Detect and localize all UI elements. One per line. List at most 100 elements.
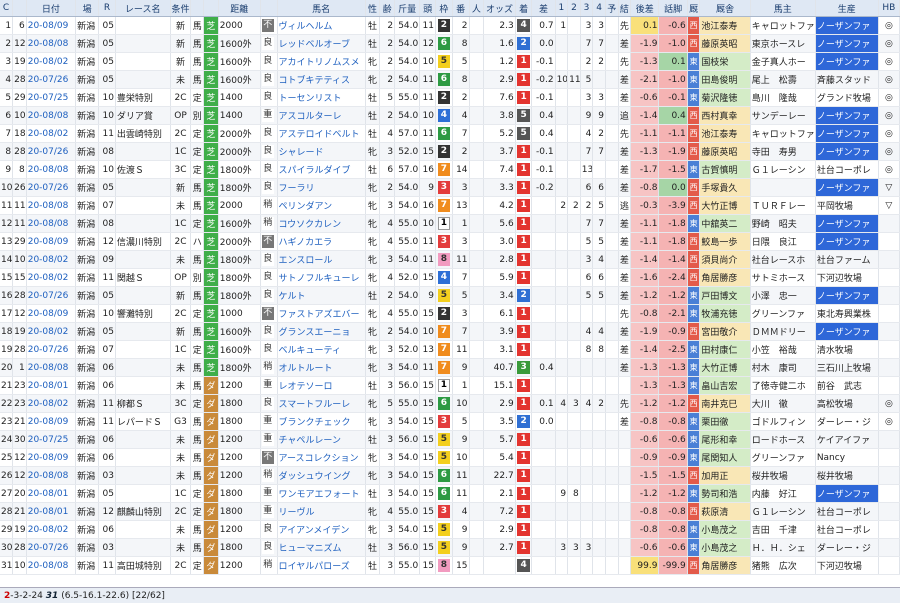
column-header-16[interactable]: 枠 (435, 0, 453, 17)
table-row[interactable]: 11 11 20-08/08 新潟 07 未馬芝 2000 稍ペリンダアン牝 3 54.0 16 7 1… (0, 196, 900, 215)
cell-horse[interactable]: アカイトリノムスメ (277, 52, 366, 71)
cell-horse[interactable]: コウソクカレン (277, 214, 366, 233)
cell-horse[interactable]: スマートフルーレ (277, 394, 366, 413)
column-header-12[interactable]: 性 (365, 0, 381, 17)
column-header-34[interactable]: HB (878, 0, 900, 17)
column-header-3[interactable]: 場 (75, 0, 100, 17)
column-header-9[interactable]: 距離 (218, 0, 261, 17)
cell-horse[interactable]: ケルト (277, 286, 366, 305)
table-row[interactable]: 23 21 20-08/09 新潟 11 レパードＳ G3 馬ダ 1800 重ブランクチェック牝 3… (0, 412, 900, 431)
cell-horse[interactable]: トーセンリスト (277, 88, 366, 107)
column-header-5[interactable]: レース名 (115, 0, 171, 17)
table-row[interactable]: 17 12 20-08/09 新潟 10 響灘特別 2C 定芝 1000 不ファストアズエバー牝 4… (0, 304, 900, 323)
cell-date[interactable]: 20-08/08 (26, 556, 77, 575)
column-header-26[interactable]: 予 (605, 0, 619, 17)
cell-date[interactable]: 20-08/08 (26, 214, 77, 233)
column-header-1[interactable] (12, 0, 27, 17)
table-row[interactable]: 20 1 20-08/08 新潟 06 未馬芝 1800外稍オルトルート牝 3 54.0 11 7 9… (0, 358, 900, 377)
cell-horse[interactable]: アスコルターレ (277, 106, 366, 125)
table-row[interactable]: 9 8 20-08/08 新潟 10 佐渡Ｓ 3C 定芝 1800外良スパイラルダイブ牡 6 57.… (0, 160, 900, 179)
table-row[interactable]: 7 18 20-08/02 新潟 11 出雲崎特別 2C 定芝 2000外良アステロイドベルト牡… (0, 124, 900, 143)
cell-horse[interactable]: ハギノカエラ (277, 232, 366, 251)
cell-horse[interactable]: ペリンダアン (277, 196, 366, 215)
cell-horse[interactable]: シャレード (277, 142, 366, 161)
cell-date[interactable]: 20-08/02 (26, 520, 77, 539)
table-row[interactable]: 27 20 20-08/01 新潟 05 1C 定ダ 1800 重ワンモアエフォート牡 3 54.0… (0, 484, 900, 503)
column-header-31[interactable]: 厩舎 (699, 0, 751, 17)
cell-date[interactable]: 20-08/02 (26, 322, 77, 341)
column-header-15[interactable]: 頭 (419, 0, 436, 17)
cell-date[interactable]: 20-07/26 (26, 178, 77, 197)
cell-date[interactable]: 20-08/02 (26, 268, 77, 287)
table-row[interactable]: 3 19 20-08/02 新潟 05 新馬芝 1600外良アカイトリノムスメ牝 2 54.0 1… (0, 52, 900, 71)
table-row[interactable]: 21 23 20-08/01 新潟 06 未馬ダ 1200 重レオテソーロ牡 3 56.0 15 1 1… (0, 376, 900, 395)
cell-date[interactable]: 20-08/08 (26, 106, 77, 125)
table-row[interactable]: 25 12 20-08/09 新潟 06 未馬ダ 1200 不アースコレクション牝 3 54.0 1… (0, 448, 900, 467)
cell-horse[interactable]: グランスエーニョ (277, 322, 366, 341)
column-header-4[interactable]: R (98, 0, 116, 17)
cell-date[interactable]: 20-08/02 (26, 250, 77, 269)
cell-horse[interactable]: コトブキテティス (277, 70, 366, 89)
table-row[interactable]: 30 28 20-07/26 新潟 03 未馬ダ 1800 良ヒューマニズム牡 3 56.0 15 5… (0, 538, 900, 557)
column-header-0[interactable]: C (0, 0, 14, 17)
cell-date[interactable]: 20-07/26 (26, 286, 77, 305)
cell-date[interactable]: 20-07/26 (26, 142, 77, 161)
cell-date[interactable]: 20-08/09 (26, 448, 77, 467)
table-row[interactable]: 15 15 20-08/02 新潟 11 関越Ｓ OP 別芝 1800外良サトノフルキューレ牝 4… (0, 268, 900, 287)
column-header-14[interactable]: 斤量 (394, 0, 421, 17)
cell-horse[interactable]: チャペルレーン (277, 430, 366, 449)
column-header-24[interactable]: 3 (580, 0, 594, 17)
cell-date[interactable]: 20-07/25 (26, 88, 77, 107)
column-header-30[interactable]: 厩 (687, 0, 701, 17)
cell-horse[interactable]: オルトルート (277, 358, 366, 377)
cell-horse[interactable]: アステロイドベルト (277, 124, 366, 143)
cell-horse[interactable]: スパイラルダイブ (277, 160, 366, 179)
cell-date[interactable]: 20-08/09 (26, 304, 77, 323)
cell-date[interactable]: 20-07/26 (26, 538, 77, 557)
table-row[interactable]: 29 19 20-08/02 新潟 06 未馬ダ 1200 良アイアンメイデン牝 3 54.0 15… (0, 520, 900, 539)
table-row[interactable]: 10 26 20-07/26 新潟 05 新馬芝 1800外良フーラリ牝 2 54.0 9 3 3 3.… (0, 178, 900, 197)
cell-date[interactable]: 20-07/26 (26, 70, 77, 89)
table-row[interactable]: 2 12 20-08/08 新潟 05 新馬芝 1600外良レッドベルオーブ牡 2 54.0 12… (0, 34, 900, 53)
cell-date[interactable]: 20-08/09 (26, 232, 77, 251)
cell-date[interactable]: 20-08/08 (26, 34, 77, 53)
column-header-13[interactable]: 齢 (379, 0, 396, 17)
cell-horse[interactable]: ロイヤルパローズ (277, 556, 366, 575)
table-row[interactable]: 8 28 20-07/26 新潟 08 1C 定芝 2000外良シャレード牝 3 52.0 15 2 2… (0, 142, 900, 161)
table-row[interactable]: 4 28 20-07/26 新潟 05 未馬芝 1600外良コトブキテティス牝 2 54.0 11… (0, 70, 900, 89)
table-row[interactable]: 12 11 20-08/08 新潟 08 1C 定芝 1600外稍コウソクカレン牝 4 55.0 1… (0, 214, 900, 233)
column-header-10[interactable] (260, 0, 278, 17)
table-row[interactable]: 16 28 20-07/26 新潟 05 新馬芝 1800外良ケルト牡 2 54.0 9 5 5 3.4… (0, 286, 900, 305)
column-header-29[interactable]: 話脚 (658, 0, 688, 17)
column-header-8[interactable] (203, 0, 219, 17)
column-header-25[interactable]: 4 (592, 0, 606, 17)
column-header-33[interactable]: 生産 (815, 0, 879, 17)
column-header-6[interactable]: 条件 (170, 0, 192, 17)
cell-date[interactable]: 20-08/09 (26, 16, 77, 35)
column-header-17[interactable]: 番 (452, 0, 470, 17)
table-row[interactable]: 19 28 20-07/26 新潟 07 1C 定芝 1600外良ベルキューティ牝 3 52.0 1… (0, 340, 900, 359)
cell-date[interactable]: 20-08/02 (26, 394, 77, 413)
column-header-19[interactable]: オッズ (483, 0, 516, 17)
table-row[interactable]: 28 21 20-08/01 新潟 12 麒麟山特別 2C 定ダ 1800 重リーヴル牝 4 55.0… (0, 502, 900, 521)
table-row[interactable]: 5 29 20-07/25 新潟 10 豊栄特別 2C 定芝 1400 良トーセンリスト牡 5 55.… (0, 88, 900, 107)
cell-date[interactable]: 20-07/26 (26, 340, 77, 359)
cell-horse[interactable]: レッドベルオーブ (277, 34, 366, 53)
column-header-11[interactable]: 馬名 (277, 0, 366, 17)
column-header-18[interactable]: 人 (469, 0, 485, 17)
cell-horse[interactable]: アースコレクション (277, 448, 366, 467)
cell-horse[interactable]: ブランクチェック (277, 412, 366, 431)
cell-horse[interactable]: ダッシュウイング (277, 466, 366, 485)
column-header-20[interactable]: 着 (515, 0, 533, 17)
cell-horse[interactable]: レオテソーロ (277, 376, 366, 395)
cell-horse[interactable]: サトノフルキューレ (277, 268, 366, 287)
column-header-32[interactable]: 馬主 (750, 0, 816, 17)
table-row[interactable]: 22 23 20-08/02 新潟 11 柳都Ｓ 3C 定ダ 1800 良スマートフルーレ牝 5 55… (0, 394, 900, 413)
cell-date[interactable]: 20-08/08 (26, 466, 77, 485)
table-row[interactable]: 14 10 20-08/02 新潟 09 未馬芝 1800外良エンスロール牝 3 54.0 11 8… (0, 250, 900, 269)
table-row[interactable]: 6 10 20-08/08 新潟 10 ダリア賞 OP 別芝 1400 重アスコルターレ牡 2 54.… (0, 106, 900, 125)
table-row[interactable]: 13 29 20-08/09 新潟 12 信濃川特別 2C ハ芝 2000外不ハギノカエラ牝 4 5… (0, 232, 900, 251)
cell-date[interactable]: 20-08/02 (26, 124, 77, 143)
cell-date[interactable]: 20-08/09 (26, 412, 77, 431)
cell-horse[interactable]: アイアンメイデン (277, 520, 366, 539)
